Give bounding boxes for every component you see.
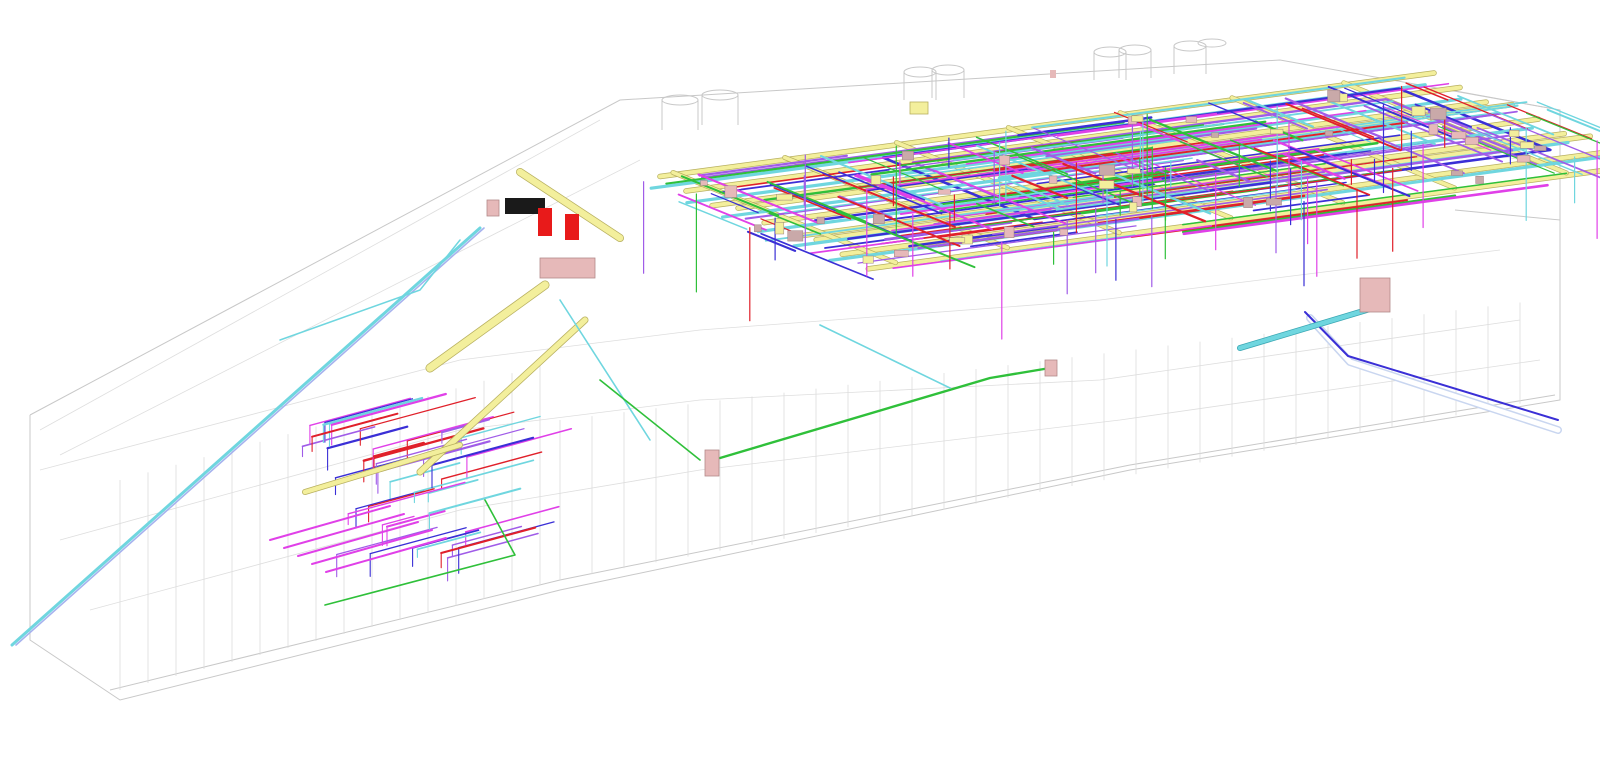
exhaust-duct-branch (819, 324, 951, 389)
equipment-box (754, 224, 762, 233)
equipment-box (872, 214, 885, 224)
utility-conduit (1307, 315, 1561, 433)
equipment-box (775, 222, 785, 235)
equipment-box (1098, 164, 1116, 176)
equipment-box (1465, 136, 1479, 145)
equipment-box (816, 216, 825, 224)
equipment-box (1211, 132, 1219, 138)
equipment-box (1475, 175, 1484, 184)
equipment-box (1059, 228, 1068, 236)
roof-tower (931, 64, 965, 76)
equipment-box (1098, 180, 1115, 189)
exhaust-duct-segment (1536, 101, 1600, 129)
equipment-box (1327, 89, 1341, 103)
mep-systems (10, 70, 1600, 647)
equipment-box (1131, 115, 1144, 122)
model-viewport[interactable] (0, 0, 1600, 770)
equipment-box (1127, 168, 1141, 174)
equipment-box (894, 250, 909, 258)
equipment-box (1428, 124, 1439, 135)
equipment-box (949, 237, 966, 243)
hot-water-pipe-branch (372, 441, 425, 458)
equipment-box (901, 150, 914, 161)
floor-line-1 (39, 249, 1501, 471)
exhaust-duct-branch (428, 487, 522, 515)
exhaust-duct-riser (559, 299, 651, 441)
equipment-block (704, 449, 720, 477)
equipment-box (1451, 131, 1467, 139)
equipment-box (1129, 202, 1138, 213)
equipment-block (909, 101, 929, 115)
equipment-box (724, 185, 738, 198)
equipment-block (1044, 359, 1058, 377)
equipment-box (1048, 175, 1058, 184)
equipment-box (1003, 226, 1015, 238)
hot-water-pipe-branch (440, 451, 543, 480)
equipment-box (938, 189, 951, 195)
supply-air-duct-main (426, 281, 549, 372)
equipment-box (1520, 141, 1535, 149)
equipment-box (787, 230, 804, 242)
utility-conduit-outline (1306, 314, 1562, 434)
equipment-box (1266, 198, 1282, 206)
equipment-box (1270, 128, 1284, 135)
fire-pipe-branch (309, 397, 411, 427)
roof-tower (903, 66, 937, 78)
floor-line-2 (59, 319, 1521, 541)
floor-line-3 (89, 359, 1541, 611)
equipment-box (1243, 197, 1253, 208)
equipment-box (1509, 130, 1520, 137)
equipment-block (1050, 70, 1056, 78)
equipment-box (1411, 106, 1426, 116)
equipment-box (870, 175, 881, 185)
equipment-box (776, 193, 793, 201)
drainage-pipe-branch (599, 379, 701, 461)
bim-mep-3d-model (10, 38, 1600, 701)
plumbing-pipe-branch (451, 525, 523, 546)
equipment-block (1359, 277, 1391, 313)
fire-pump-unit (538, 208, 552, 236)
equipment-box (700, 180, 708, 186)
equipment-box (1516, 155, 1531, 163)
tank-unit (486, 199, 500, 217)
fire-pipe-branch (385, 510, 446, 528)
equipment-box (998, 155, 1010, 166)
chilled-water-pipe-branch (324, 398, 414, 424)
equipment-box (1430, 107, 1447, 120)
fire-pipe-branch (330, 392, 447, 426)
fire-pump-unit (565, 214, 579, 240)
equipment-box (1451, 170, 1464, 176)
equipment-box (1185, 116, 1198, 123)
equipment-box (862, 255, 874, 264)
building-edge-inner-2 (59, 159, 641, 456)
equipment-box (1324, 130, 1334, 137)
drainage-pipe-main (718, 366, 1052, 460)
equipment-block (539, 257, 596, 279)
hot-water-pipe-branch (440, 526, 537, 555)
exhaust-duct-main (1237, 303, 1383, 351)
equipment-box (1534, 145, 1547, 151)
